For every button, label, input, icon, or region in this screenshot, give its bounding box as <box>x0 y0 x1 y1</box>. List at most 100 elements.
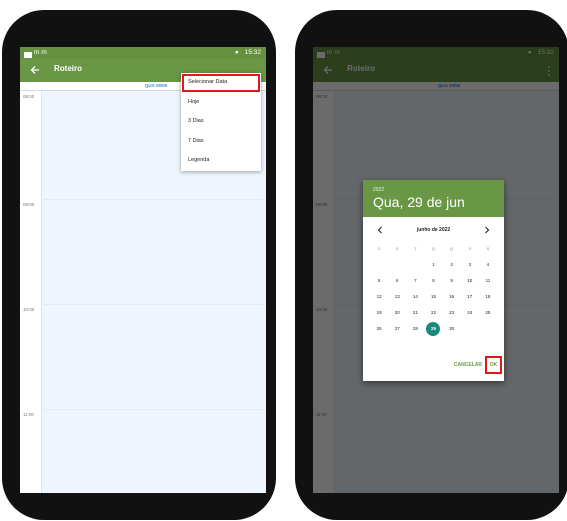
day-cell[interactable]: 1 <box>424 258 442 272</box>
day-cell[interactable]: 14 <box>406 290 424 304</box>
day-cell[interactable]: 28 <box>406 322 424 336</box>
day-cell[interactable]: 30 <box>443 322 461 336</box>
day-cell[interactable]: 4 <box>479 258 497 272</box>
day-number: 16 <box>449 294 455 299</box>
day-number: 30 <box>449 326 455 331</box>
day-cell[interactable]: 25 <box>479 306 497 320</box>
day-cell[interactable]: 19 <box>370 306 388 320</box>
day-cell[interactable]: 6 <box>388 274 406 288</box>
day-number: 19 <box>376 310 382 315</box>
day-number: 17 <box>467 294 473 299</box>
hour-label: 08:00 <box>23 94 35 99</box>
day-number: 13 <box>394 294 400 299</box>
day-cell[interactable]: 10 <box>461 274 479 288</box>
month-label: junho de 2022 <box>416 227 451 233</box>
day-number: 14 <box>412 294 418 299</box>
hour-divider <box>41 199 266 200</box>
day-cell[interactable]: 27 <box>388 322 406 336</box>
day-number: 29 <box>430 326 436 331</box>
day-cell[interactable]: 24 <box>461 306 479 320</box>
day-number: 20 <box>394 310 400 315</box>
hour-label: 11:00 <box>23 412 34 417</box>
empty-cell <box>406 258 424 272</box>
ok-button[interactable]: OK <box>485 356 502 374</box>
date-picker-header: 2022 Qua, 29 de jun <box>363 180 504 217</box>
day-number: 4 <box>486 262 490 267</box>
day-cell[interactable]: 26 <box>370 322 388 336</box>
app-title: Roteiro <box>54 64 82 73</box>
day-number: 27 <box>394 326 400 331</box>
status-notifications: m m <box>24 47 47 59</box>
day-cell[interactable]: 5 <box>370 274 388 288</box>
day-cell[interactable]: 8 <box>424 274 442 288</box>
day-number: 15 <box>430 294 436 299</box>
chevron-right-icon[interactable] <box>484 226 490 234</box>
weekday-label: S <box>468 246 472 251</box>
screen-right: m m ● 15:32 Roteiro QUA 29/06 08:00 <box>313 47 559 493</box>
hour-label: 10:00 <box>23 307 35 312</box>
day-number: 23 <box>449 310 455 315</box>
day-number: 3 <box>468 262 472 267</box>
day-number: 12 <box>376 294 382 299</box>
day-cell[interactable]: 3 <box>461 258 479 272</box>
weekday-label: Q <box>431 246 436 251</box>
gmail-icon: m <box>34 49 40 56</box>
phone-left: m m ● 15:32 Roteiro QUA 29/06 08:00 09:0… <box>2 10 276 520</box>
status-time: 15:32 <box>244 49 261 56</box>
back-arrow-icon[interactable] <box>29 64 41 76</box>
phone-right: m m ● 15:32 Roteiro QUA 29/06 08:00 <box>295 10 567 520</box>
status-bar: m m ● 15:32 <box>20 47 266 59</box>
hour-divider <box>41 409 266 410</box>
day-cell[interactable]: 23 <box>443 306 461 320</box>
day-cell[interactable]: 12 <box>370 290 388 304</box>
day-number: 6 <box>395 278 399 283</box>
day-cell[interactable]: 18 <box>479 290 497 304</box>
empty-cell <box>479 322 497 336</box>
date-picker-dialog: 2022 Qua, 29 de jun junho de 2022 DSTQQS… <box>363 180 504 381</box>
day-cell[interactable]: 21 <box>406 306 424 320</box>
day-number: 26 <box>376 326 382 331</box>
picker-selected-date: Qua, 29 de jun <box>373 194 465 210</box>
day-number: 5 <box>377 278 381 283</box>
menu-item-7-days[interactable]: 7 Dias <box>181 132 261 152</box>
day-number: 7 <box>414 278 417 283</box>
cancel-button[interactable]: CANCELAR <box>454 362 482 368</box>
day-cell[interactable]: 9 <box>443 274 461 288</box>
day-cell[interactable]: 16 <box>443 290 461 304</box>
day-number: 21 <box>412 310 418 315</box>
notification-icon <box>24 51 32 58</box>
day-number: 10 <box>467 278 473 283</box>
menu-item-today[interactable]: Hoje <box>181 93 261 113</box>
day-cell[interactable]: 20 <box>388 306 406 320</box>
day-number: 28 <box>412 326 418 331</box>
menu-item-3-days[interactable]: 3 Dias <box>181 112 261 132</box>
day-number: 18 <box>485 294 491 299</box>
day-cell[interactable]: 15 <box>424 290 442 304</box>
day-cell[interactable]: 11 <box>479 274 497 288</box>
day-cell[interactable]: 7 <box>406 274 424 288</box>
day-cell[interactable]: 13 <box>388 290 406 304</box>
day-number: 8 <box>432 278 435 283</box>
gmail-icon: m <box>41 49 47 56</box>
day-cell[interactable]: 2 <box>443 258 461 272</box>
calendar-grid: D S T Q Q S S 1 2 3 4 5 6 7 8 9 10 11 12 13 14 15 16 17 18 19 20 21… <box>370 242 497 336</box>
day-cell[interactable]: 29 <box>424 322 442 336</box>
day-number: 24 <box>467 310 473 315</box>
hour-divider <box>41 304 266 305</box>
empty-cell <box>388 258 406 272</box>
picker-year[interactable]: 2022 <box>373 187 384 193</box>
status-right: ● 15:32 <box>235 47 261 59</box>
screen-left: m m ● 15:32 Roteiro QUA 29/06 08:00 09:0… <box>20 47 266 493</box>
day-number: 2 <box>450 262 453 267</box>
day-cell[interactable]: 22 <box>424 306 442 320</box>
menu-item-select-date[interactable]: Selecionar Data <box>181 73 261 93</box>
weekday-label: Q <box>450 246 454 251</box>
empty-cell <box>461 322 479 336</box>
menu-item-legend[interactable]: Legenda <box>181 151 261 171</box>
day-number: 11 <box>485 278 491 283</box>
weekday-label: S <box>486 246 490 251</box>
day-number: 25 <box>485 310 491 315</box>
day-cell[interactable]: 17 <box>461 290 479 304</box>
day-number: 22 <box>430 310 436 315</box>
weekday-label: D <box>377 246 381 251</box>
